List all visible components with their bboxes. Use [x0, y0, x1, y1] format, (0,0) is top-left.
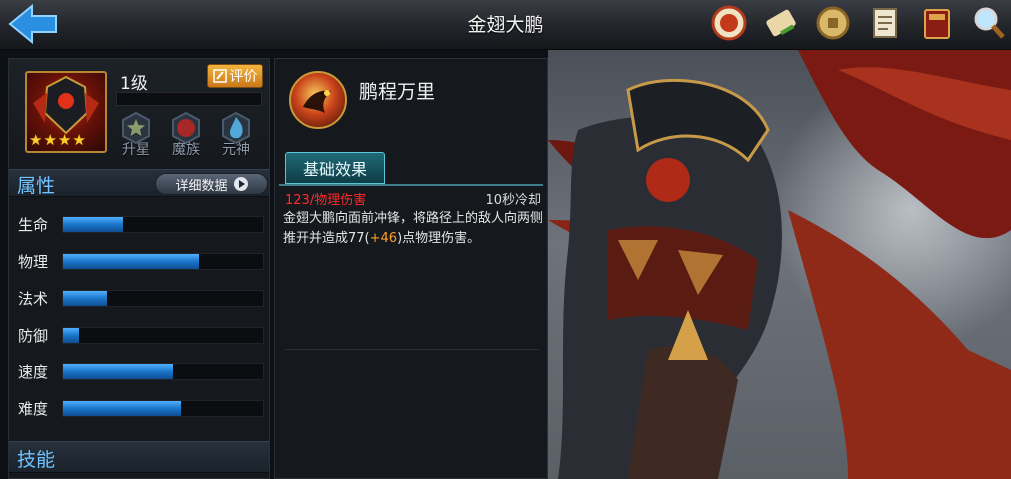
badge-label: 升星 — [122, 142, 150, 158]
coin-icon[interactable] — [813, 3, 853, 43]
rate-button[interactable]: 评价 — [207, 64, 263, 88]
hero-card: ★ ★ ★ ★ 1级 评价 升星 魔族 元神 — [9, 59, 269, 167]
hero-info-panel: ★ ★ ★ ★ 1级 评价 升星 魔族 元神 属性 详细数据 生命 物理 法术 … — [8, 58, 270, 479]
stat-bar — [62, 326, 264, 344]
tab-basic-effect[interactable]: 基础效果 — [285, 152, 385, 184]
stat-row-defense: 防御 — [18, 325, 268, 345]
search-icon[interactable] — [969, 3, 1009, 43]
book-icon[interactable] — [917, 3, 957, 43]
skills-header: 技能 — [9, 441, 269, 473]
badge-star-up[interactable]: 升星 — [115, 111, 157, 159]
badge-spirit[interactable]: 元神 — [215, 111, 257, 159]
badge-race[interactable]: 魔族 — [165, 111, 207, 159]
hero-artwork — [548, 50, 1011, 479]
top-icon-toolbar — [709, 3, 1009, 43]
attributes-header: 属性 详细数据 — [9, 169, 269, 197]
arrow-right-icon — [233, 177, 248, 191]
stat-label: 法术 — [18, 289, 49, 308]
skill-icon[interactable] — [289, 71, 347, 129]
skill-name: 鹏程万里 — [359, 81, 436, 103]
skill-damage-type: 123/物理伤害 — [285, 193, 367, 208]
rate-label: 评价 — [229, 69, 258, 85]
scroll-icon[interactable] — [761, 3, 801, 43]
stat-row-physical: 物理 — [18, 251, 268, 271]
seal-icon[interactable] — [709, 3, 749, 43]
star-icon: ★ — [43, 131, 57, 149]
stat-bar — [62, 215, 264, 233]
stat-row-speed: 速度 — [18, 361, 268, 381]
skill-description: 金翅大鹏向面前冲锋，将路径上的敌人向两侧推开并造成77(+46)点物理伤害。 — [283, 209, 545, 249]
stat-label: 速度 — [18, 362, 49, 381]
divider — [285, 349, 539, 350]
hero-portrait[interactable]: ★ ★ ★ ★ — [25, 71, 107, 153]
edit-icon — [212, 69, 227, 83]
stat-bar — [62, 362, 264, 380]
stat-label: 防御 — [18, 326, 49, 345]
stat-bar-fill — [63, 216, 123, 232]
stat-label: 生命 — [18, 215, 49, 234]
stat-label: 难度 — [18, 399, 49, 418]
document-icon[interactable] — [865, 3, 905, 43]
badge-label: 元神 — [222, 142, 250, 158]
stat-bar — [62, 252, 264, 270]
stat-row-hp: 生命 — [18, 214, 268, 234]
skills-title: 技能 — [17, 449, 56, 471]
star-icon: ★ — [29, 131, 43, 149]
top-bar: 金翅大鹏 — [0, 0, 1011, 50]
stat-bar-fill — [63, 253, 199, 269]
badge-label: 魔族 — [172, 142, 200, 158]
skill-desc-bonus: +46 — [369, 231, 398, 246]
detail-data-button[interactable]: 详细数据 — [155, 173, 268, 195]
stat-row-magic: 法术 — [18, 288, 268, 308]
stat-bar — [62, 399, 264, 417]
eagle-icon — [303, 90, 331, 113]
tab-underline — [279, 184, 543, 186]
star-icon: ★ — [57, 131, 72, 149]
hero-level: 1级 — [120, 74, 148, 94]
stat-label: 物理 — [18, 252, 49, 271]
stat-bar-fill — [63, 327, 79, 343]
skill-detail-panel: 鹏程万里 基础效果 123/物理伤害 10秒冷却 金翅大鹏向面前冲锋，将路径上的… — [274, 58, 548, 479]
hero-star-rating: ★ ★ ★ ★ — [29, 133, 86, 148]
star-icon: ★ — [72, 131, 86, 149]
experience-bar — [116, 92, 262, 106]
stat-bar-fill — [63, 290, 107, 306]
attributes-title: 属性 — [17, 175, 56, 197]
stat-bar — [62, 289, 264, 307]
stat-row-difficulty: 难度 — [18, 398, 268, 418]
hero-badges: 升星 魔族 元神 — [115, 111, 257, 159]
skill-cooldown: 10秒冷却 — [485, 193, 541, 208]
skill-desc-text-end: )点物理伤害。 — [397, 231, 481, 246]
stat-bar-fill — [63, 363, 173, 379]
stat-bar-fill — [63, 400, 181, 416]
detail-data-label: 详细数据 — [175, 178, 228, 194]
